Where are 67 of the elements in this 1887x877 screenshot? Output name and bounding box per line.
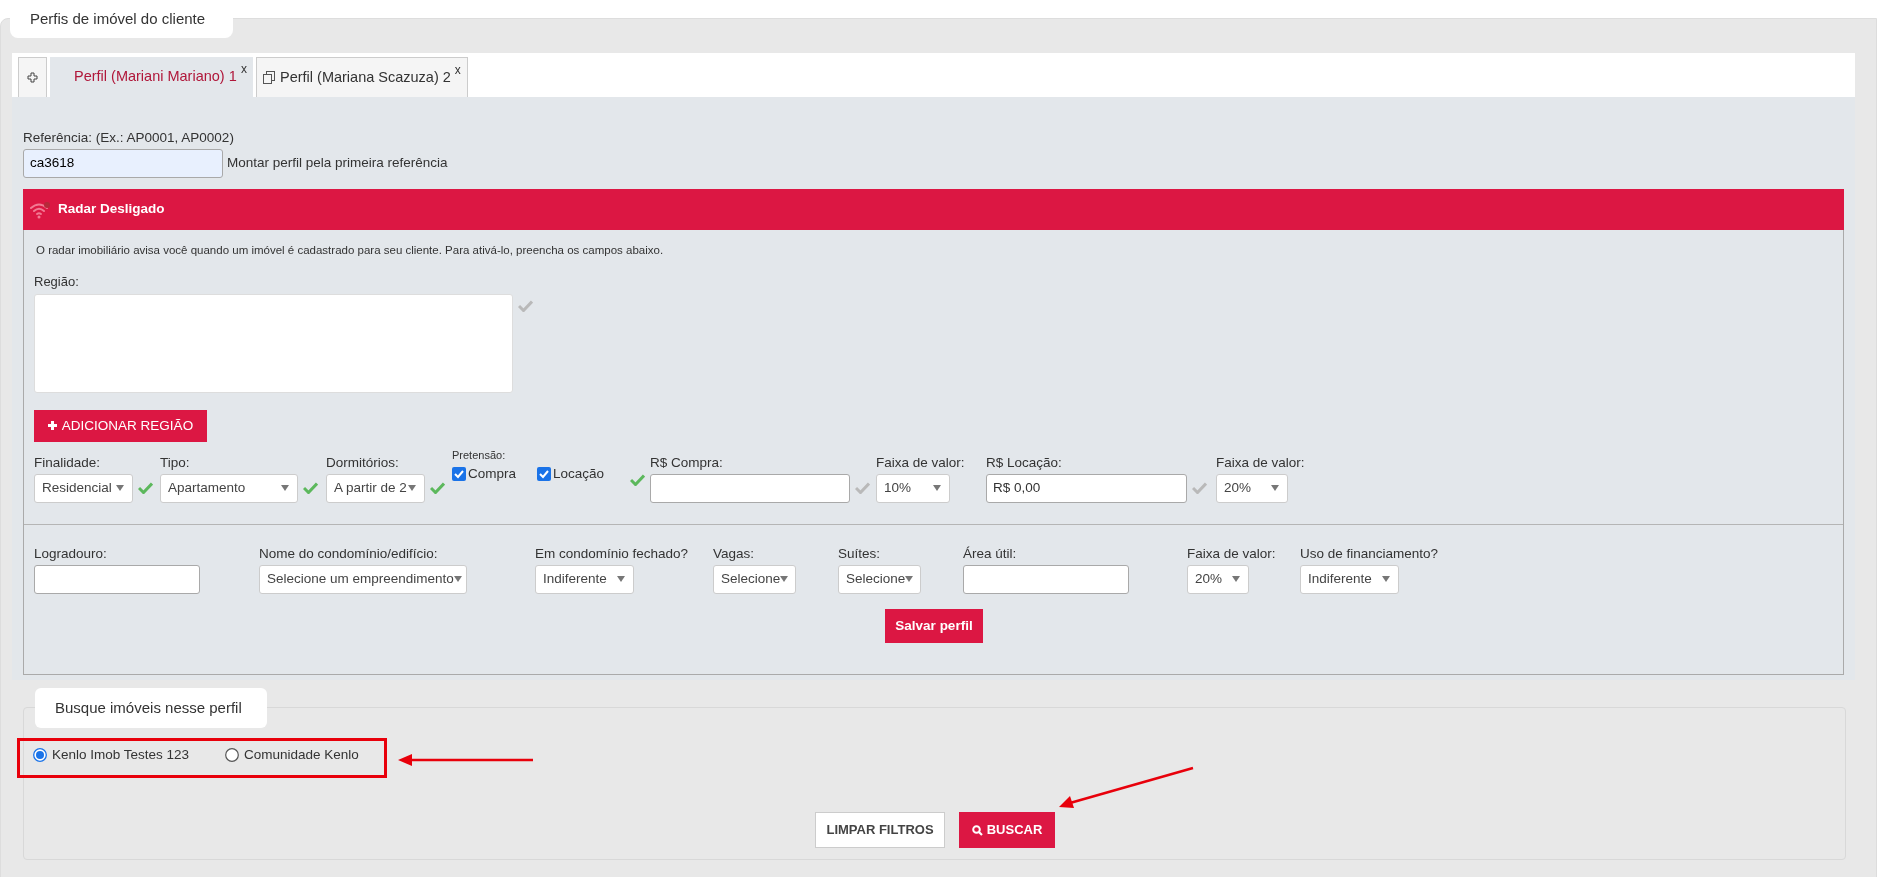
field-label: Suítes:	[838, 545, 882, 562]
field-label: Região:	[34, 273, 80, 292]
dropdown[interactable]: Residencial	[34, 473, 133, 503]
clear-filters-button[interactable]: LIMPAR FILTROS	[815, 812, 945, 848]
input-field[interactable]	[34, 564, 200, 594]
field-label: Em condomínio fechado?	[535, 545, 690, 562]
checkbox[interactable]: Locação	[537, 463, 630, 484]
save-profile-button[interactable]: Salvar perfil	[885, 608, 983, 643]
caret-icon	[453, 576, 462, 583]
dropdown[interactable]: 10%	[876, 473, 950, 503]
field-label: Logradouro:	[34, 545, 108, 562]
field-label: Área útil:	[963, 545, 1018, 562]
caret-icon	[116, 485, 124, 492]
plus-icon	[47, 421, 57, 431]
field-label: Faixa de valor:	[1216, 454, 1306, 471]
radio-option[interactable]: Kenlo Imob Testes 123	[33, 745, 225, 766]
dropdown[interactable]: Apartamento	[160, 473, 298, 503]
close-button[interactable]: x	[454, 61, 461, 79]
input-field[interactable]: R$ 0,00	[986, 473, 1187, 503]
radio-option[interactable]: Comunidade Kenlo	[225, 745, 359, 766]
field-label: Referência: (Ex.: AP0001, AP0002)	[23, 130, 235, 146]
tab[interactable]: Perfil (Mariani Mariano) 1 x	[50, 57, 253, 97]
field-label: Uso de financiamento?	[1300, 545, 1440, 562]
close-button[interactable]: x	[241, 60, 247, 78]
caret-icon	[905, 576, 914, 583]
caret-icon	[1382, 576, 1390, 583]
info-text: O radar imobiliário avisa você quando um imóvel é cadastrado para seu cliente. Para ativá-lo, preencha os campos abaixo.	[35, 243, 665, 258]
dropdown[interactable]: Indiferente	[1300, 564, 1399, 594]
caret-icon	[933, 485, 941, 492]
field-label: R$ Locação:	[986, 454, 1063, 471]
dropdown[interactable]: Selecione	[713, 564, 796, 594]
search-icon	[971, 824, 983, 836]
search-button[interactable]: BUSCAR	[959, 812, 1055, 848]
field-label: Faixa de valor:	[1187, 545, 1277, 562]
dropdown[interactable]: A partir de 2	[326, 473, 425, 503]
field-label: R$ Compra:	[650, 454, 724, 471]
dropdown[interactable]: 20%	[1216, 473, 1288, 503]
radar-title: Radar Desligado	[58, 200, 165, 219]
dropdown[interactable]: Selecione um empreendimento	[259, 564, 467, 594]
input-field[interactable]	[650, 473, 850, 503]
field-label: Dormitórios:	[326, 454, 400, 471]
field-label: Vagas:	[713, 545, 756, 562]
dropdown[interactable]: 20%	[1187, 564, 1249, 594]
caret-icon	[617, 576, 625, 583]
region-area[interactable]	[34, 293, 513, 393]
field-label: Finalidade:	[34, 454, 102, 471]
add-tab[interactable]	[18, 57, 47, 97]
dropdown[interactable]: Selecione	[838, 564, 921, 594]
field-label: Tipo:	[160, 454, 191, 471]
reference-field[interactable]: ca3618	[23, 149, 223, 178]
caret-icon	[1232, 576, 1240, 583]
section-title: Busque imóveis nesse perfil	[35, 688, 267, 728]
hint-text: Montar perfil pela primeira referência	[227, 154, 448, 173]
caret-icon	[408, 485, 416, 492]
checkbox[interactable]: Compra	[452, 463, 537, 484]
caret-icon	[281, 485, 289, 492]
field-label: Faixa de valor:	[876, 454, 966, 471]
add-region-button[interactable]: ADICIONAR REGIÃO	[34, 409, 207, 442]
tab[interactable]: Perfil (Mariana Scazuza) 2 x	[256, 57, 468, 97]
caret-icon	[1271, 485, 1279, 492]
field-label: Pretensão:	[452, 447, 507, 462]
field-label: Nome do condomínio/edifício:	[259, 545, 439, 562]
plus-icon	[27, 72, 38, 83]
dropdown[interactable]: Indiferente	[535, 564, 634, 594]
wifi-icon	[29, 200, 51, 219]
input-field[interactable]	[963, 564, 1129, 594]
caret-icon	[780, 576, 789, 583]
